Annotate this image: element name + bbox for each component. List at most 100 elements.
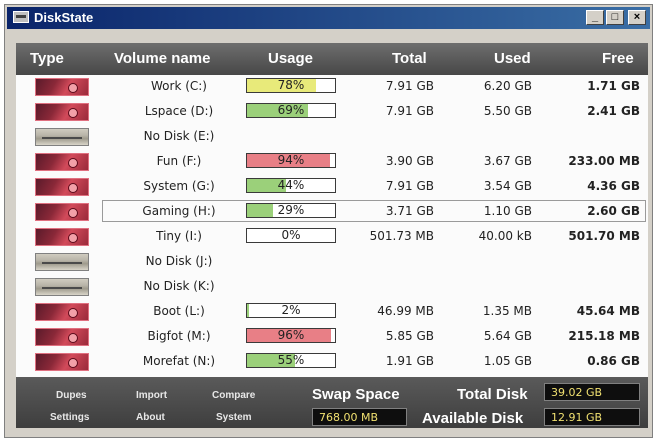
empty-drive-icon: [35, 278, 89, 296]
total-size: 501.73 MB: [369, 229, 434, 243]
drive-photo-icon: [35, 203, 89, 221]
volume-name: No Disk (E:): [143, 129, 215, 143]
window-controls: _ □ ×: [586, 10, 646, 25]
drive-photo-icon: [35, 178, 89, 196]
usage-bar: 94%: [246, 153, 336, 168]
column-header: Type Volume name Usage Total Used Free: [16, 43, 648, 75]
usage-percent: 55%: [277, 353, 305, 367]
volume-name: No Disk (K:): [143, 279, 215, 293]
free-size: 1.71 GB: [587, 79, 640, 93]
used-size: 1.10 GB: [483, 204, 532, 218]
usage-percent: 0%: [281, 228, 301, 242]
usage-percent: 78%: [277, 78, 305, 92]
window-title: DiskState: [34, 10, 94, 25]
volume-name: Fun (F:): [156, 154, 202, 168]
usage-bar: 96%: [246, 328, 336, 343]
volume-row[interactable]: Gaming (H:) 29% 3.71 GB 1.10 GB 2.60 GB: [16, 200, 648, 223]
volume-name: Tiny (I:): [156, 229, 202, 243]
footer-bar: Dupes Import Compare Settings About Syst…: [16, 377, 648, 428]
volume-name: Gaming (H:): [142, 204, 216, 218]
title-bar[interactable]: DiskState _ □ ×: [7, 7, 650, 29]
header-total[interactable]: Total: [392, 50, 427, 67]
header-free[interactable]: Free: [602, 50, 634, 67]
used-size: 5.50 GB: [483, 104, 532, 118]
drive-photo-icon: [35, 153, 89, 171]
drive-photo-icon: [35, 78, 89, 96]
usage-bar: 0%: [246, 228, 336, 243]
total-size: 3.90 GB: [385, 154, 434, 168]
available-disk-label: Available Disk: [422, 410, 524, 427]
volume-name: Work (C:): [151, 79, 207, 93]
free-size: 501.70 MB: [568, 229, 640, 243]
volume-row[interactable]: Tiny (I:) 0% 501.73 MB 40.00 kB 501.70 MB: [16, 225, 648, 248]
volume-list: Work (C:) 78% 7.91 GB 6.20 GB 1.71 GB Lspace …: [16, 75, 648, 377]
volume-name: No Disk (J:): [145, 254, 213, 268]
usage-bar: 78%: [246, 78, 336, 93]
total-disk-value: 39.02 GB: [544, 383, 640, 401]
volume-row[interactable]: Bigfot (M:) 96% 5.85 GB 5.64 GB 215.18 MB: [16, 325, 648, 348]
used-size: 6.20 GB: [483, 79, 532, 93]
usage-bar: 44%: [246, 178, 336, 193]
used-size: 1.35 MB: [482, 304, 532, 318]
used-size: 5.64 GB: [483, 329, 532, 343]
volume-name: Lspace (D:): [144, 104, 214, 118]
total-size: 1.91 GB: [385, 354, 434, 368]
used-size: 1.05 GB: [483, 354, 532, 368]
close-button[interactable]: ×: [628, 10, 646, 25]
usage-bar: 69%: [246, 103, 336, 118]
volume-row[interactable]: Work (C:) 78% 7.91 GB 6.20 GB 1.71 GB: [16, 75, 648, 98]
header-used[interactable]: Used: [494, 50, 531, 67]
compare-button[interactable]: Compare: [212, 390, 255, 401]
volume-row[interactable]: Morefat (N:) 55% 1.91 GB 1.05 GB 0.86 GB: [16, 350, 648, 373]
free-size: 4.36 GB: [587, 179, 640, 193]
usage-percent: 2%: [281, 303, 301, 317]
about-button[interactable]: About: [136, 412, 165, 423]
total-size: 7.91 GB: [385, 79, 434, 93]
volume-row[interactable]: No Disk (K:): [16, 275, 648, 298]
available-disk-value: 12.91 GB: [544, 408, 640, 426]
free-size: 233.00 MB: [568, 154, 640, 168]
usage-percent: 94%: [277, 153, 305, 167]
drive-photo-icon: [35, 303, 89, 321]
header-usage[interactable]: Usage: [268, 50, 313, 67]
usage-bar: 55%: [246, 353, 336, 368]
volume-row[interactable]: No Disk (J:): [16, 250, 648, 273]
header-volume-name[interactable]: Volume name: [114, 50, 210, 67]
usage-bar: 29%: [246, 203, 336, 218]
volume-row[interactable]: Boot (L:) 2% 46.99 MB 1.35 MB 45.64 MB: [16, 300, 648, 323]
drive-icon: [13, 11, 29, 23]
volume-name: Boot (L:): [153, 304, 205, 318]
drive-photo-icon: [35, 328, 89, 346]
header-type[interactable]: Type: [30, 50, 64, 67]
volume-name: System (G:): [143, 179, 215, 193]
volume-row[interactable]: Fun (F:) 94% 3.90 GB 3.67 GB 233.00 MB: [16, 150, 648, 173]
volume-panel: Type Volume name Usage Total Used Free W…: [16, 43, 648, 428]
used-size: 3.67 GB: [483, 154, 532, 168]
swap-space-value: 768.00 MB: [312, 408, 407, 426]
usage-bar: 2%: [246, 303, 336, 318]
volume-row[interactable]: System (G:) 44% 7.91 GB 3.54 GB 4.36 GB: [16, 175, 648, 198]
settings-button[interactable]: Settings: [50, 412, 89, 423]
used-size: 40.00 kB: [478, 229, 532, 243]
swap-space-label: Swap Space: [312, 386, 400, 403]
used-size: 3.54 GB: [483, 179, 532, 193]
import-button[interactable]: Import: [136, 390, 167, 401]
usage-percent: 44%: [277, 178, 305, 192]
drive-photo-icon: [35, 103, 89, 121]
drive-photo-icon: [35, 228, 89, 246]
usage-percent: 69%: [277, 103, 305, 117]
total-size: 7.91 GB: [385, 179, 434, 193]
maximize-button[interactable]: □: [606, 10, 624, 25]
free-size: 45.64 MB: [576, 304, 640, 318]
volume-row[interactable]: No Disk (E:): [16, 125, 648, 148]
volume-row[interactable]: Lspace (D:) 69% 7.91 GB 5.50 GB 2.41 GB: [16, 100, 648, 123]
free-size: 0.86 GB: [587, 354, 640, 368]
system-button[interactable]: System: [216, 412, 252, 423]
drive-photo-icon: [35, 353, 89, 371]
total-size: 7.91 GB: [385, 104, 434, 118]
dupes-button[interactable]: Dupes: [56, 390, 87, 401]
total-disk-label: Total Disk: [457, 386, 528, 403]
diskstate-window: DiskState _ □ × Type Volume name Usage T…: [4, 4, 653, 438]
minimize-button[interactable]: _: [586, 10, 604, 25]
empty-drive-icon: [35, 253, 89, 271]
